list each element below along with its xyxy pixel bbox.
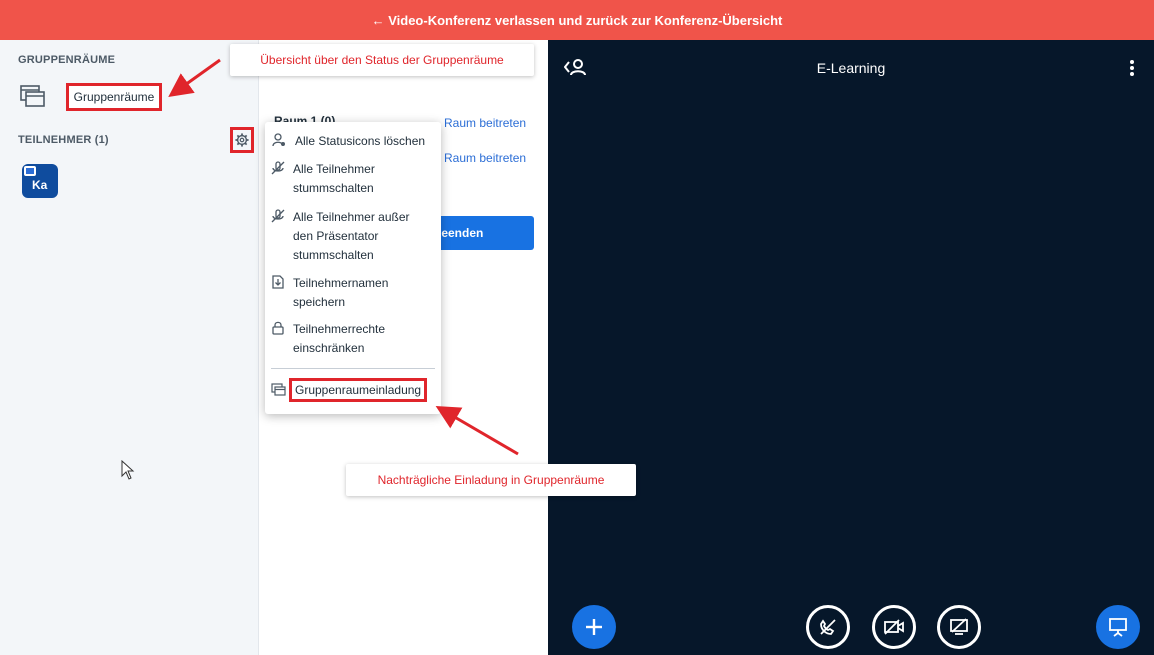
participant-settings-button[interactable] [230,127,254,153]
participant-settings-menu: Alle Statusicons löschen Alle Teilnehmer… [265,122,441,414]
menu-item-label: Alle Teilnehmer außer den Präsentator st… [293,210,410,262]
menu-item-mute-all[interactable]: Alle Teilnehmer stummschalten [271,160,421,198]
join-room-1-link[interactable]: Raum beitreten [444,116,526,130]
sidebar: GRUPPENRÄUME Gruppenräume TEILNEHMER (1) [0,40,259,655]
presentation-toggle-button[interactable] [1096,605,1140,649]
room-1-title: Raum 1 (0) [274,114,336,122]
options-menu-button[interactable] [1122,56,1142,80]
menu-item-label: Teilnehmerrechte einschränken [293,322,386,355]
breakout-rooms-icon[interactable] [20,84,46,108]
annotation-bottom: Nachträgliche Einladung in Gruppenräume [346,464,636,496]
presentation-icon [1109,618,1127,637]
menu-item-clear-status[interactable]: Alle Statusicons löschen [271,132,425,151]
camera-off-icon [884,619,904,635]
leave-conference-text: ← Video-Konferenz verlassen und zurück z… [371,12,783,28]
menu-item-lock-viewers[interactable]: Teilnehmerrechte einschränken [271,320,421,358]
breakout-rooms-label: Gruppenräume [73,90,155,104]
menu-item-breakout-invite[interactable]: Gruppenraumeinladung [271,378,428,402]
moderator-badge-icon [24,166,36,176]
plus-icon [586,619,602,635]
end-button-label: beenden [434,226,484,240]
save-icon [272,275,284,289]
leave-conference-bar[interactable]: ← Video-Konferenz verlassen und zurück z… [0,0,1154,40]
mouse-cursor-icon [121,460,135,480]
phone-off-icon [820,619,836,635]
breakout-heading: GRUPPENRÄUME [18,54,116,66]
clear-status-icon [272,133,285,147]
breakout-rooms-button[interactable]: Gruppenräume [66,83,162,111]
participants-heading: TEILNEHMER (1) [18,134,109,146]
join-room-2-link[interactable]: Raum beitreten [444,151,526,165]
avatar-initials: Ka [32,178,48,192]
presentation-area: E-Learning [548,40,1154,655]
leave-audio-button[interactable] [806,605,850,649]
menu-item-mute-all-except-presenter[interactable]: Alle Teilnehmer außer den Präsentator st… [271,208,421,265]
screen-share-off-icon [950,618,968,635]
annotation-bottom-text: Nachträgliche Einladung in Gruppenräume [377,473,605,487]
menu-item-label: Teilnehmernamen speichern [293,276,389,309]
mute-icon [271,209,285,223]
actions-button[interactable] [572,605,616,649]
annotation-top-text: Übersicht über den Status der Gruppenräu… [260,53,504,67]
menu-divider [271,368,435,369]
lock-icon [272,321,284,335]
annotation-top: Übersicht über den Status der Gruppenräu… [230,44,534,76]
participant-avatar[interactable]: Ka [22,164,58,198]
menu-item-save-names[interactable]: Teilnehmernamen speichern [271,274,421,312]
menu-item-label: Alle Statusicons löschen [295,134,426,148]
breakout-rooms-icon [271,383,286,396]
end-breakouts-button[interactable]: beenden [430,216,534,250]
menu-item-label: Alle Teilnehmer stummschalten [293,162,375,195]
share-webcam-button[interactable] [872,605,916,649]
mute-icon [271,161,285,175]
gear-icon [235,133,249,147]
menu-item-label: Gruppenraumeinladung [289,378,428,402]
share-screen-button[interactable] [937,605,981,649]
meeting-title: E-Learning [816,60,886,76]
